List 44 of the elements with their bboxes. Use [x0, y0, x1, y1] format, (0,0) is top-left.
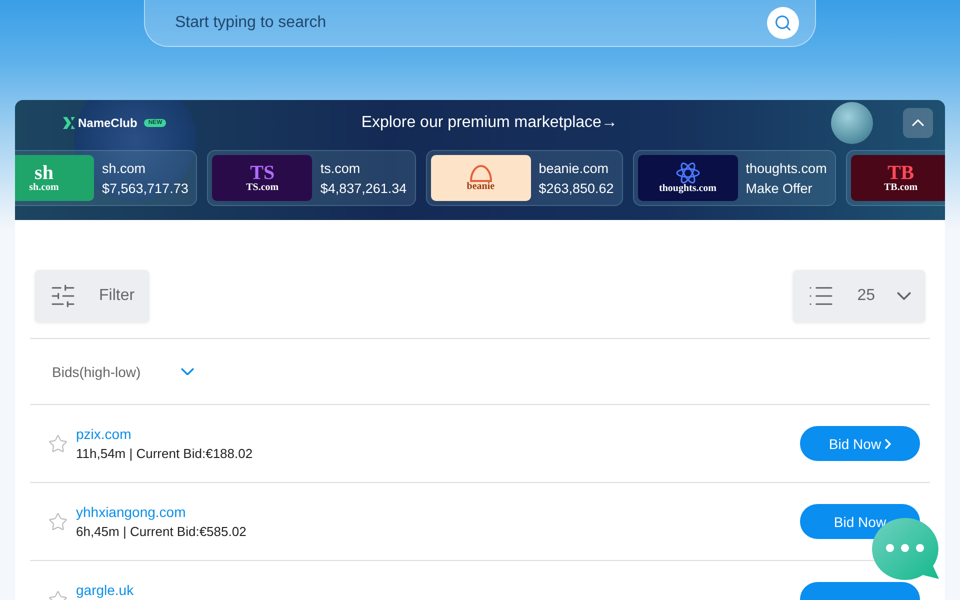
auction-details: 6h,45m | Current Bid:€585.02 [76, 524, 248, 539]
listing-price: $7,563,717.73 [102, 180, 188, 196]
favorite-button[interactable] [48, 512, 68, 532]
domain-link[interactable]: pzix.com [76, 426, 800, 442]
bid-button[interactable]: Bid Now [800, 426, 920, 461]
domain-logo: thoughts.com [638, 155, 738, 201]
chevron-right-icon [885, 438, 892, 448]
logo-icon [63, 117, 75, 129]
listing-price: $4,837,261.34 [320, 180, 407, 196]
listing-domain: beanie.com [538, 160, 610, 176]
hat-icon [468, 164, 494, 182]
filter-button[interactable]: Filter [35, 270, 149, 322]
listing-price: $263,850.62 [538, 180, 614, 196]
search-field[interactable]: Start typing to search [144, 0, 816, 47]
chevron-down-icon [897, 292, 911, 300]
listing-domain: thoughts.com [746, 160, 827, 176]
listing-domain: sh.com [102, 160, 147, 176]
search-input[interactable]: Start typing to search [175, 14, 767, 32]
star-icon [48, 434, 68, 454]
auction-details: 11h,54m | Current Bid:€188.02 [76, 446, 254, 461]
sort-dropdown[interactable]: Bids(high-low) [30, 339, 216, 404]
favorite-button[interactable] [48, 434, 68, 454]
listing-card[interactable]: sh sh.com sh.com $7,563,717.73 [15, 150, 198, 206]
sliders-icon [49, 282, 77, 310]
listing-card[interactable]: TS TS.com ts.com $4,837,261.34 [207, 150, 416, 206]
domain-link[interactable]: gargle.uk [76, 582, 800, 598]
search-button[interactable] [767, 7, 799, 39]
atom-icon [674, 162, 701, 184]
listing-domain: ts.com [320, 160, 362, 176]
search-icon [774, 14, 792, 32]
listing-card[interactable]: beanie beanie.com $263,850.62 [426, 150, 623, 206]
domain-logo: beanie [430, 155, 531, 201]
chevron-down-icon [180, 368, 194, 376]
collapse-button[interactable] [903, 108, 933, 138]
domain-logo: TS TS.com [212, 155, 312, 201]
chevron-up-icon [912, 119, 924, 127]
marketplace-link[interactable]: Explore our premium marketplace→ [361, 114, 831, 132]
page-size-select[interactable]: 25 [793, 270, 925, 322]
domain-logo: sh sh.com [15, 155, 94, 201]
listing-price: Make Offer [746, 180, 814, 196]
star-icon [48, 512, 68, 532]
planet-drawing [831, 102, 873, 144]
listing-card[interactable]: thoughts.com thoughts.com Make Offer [632, 150, 836, 206]
domain-link[interactable]: yhhxiangong.com [76, 504, 800, 520]
